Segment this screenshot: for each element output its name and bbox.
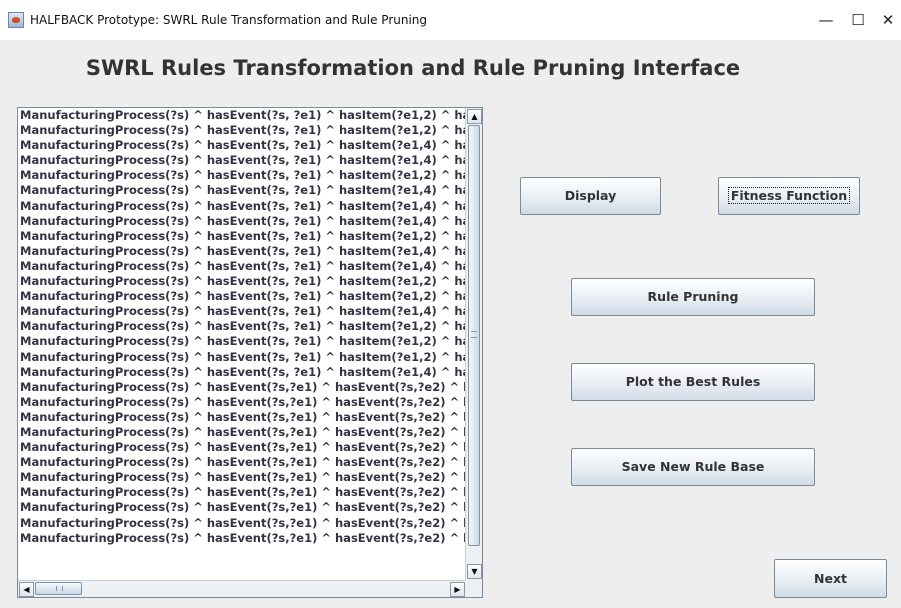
save-rule-base-button[interactable]: Save New Rule Base [571, 448, 815, 486]
scroll-down-icon[interactable]: ▼ [467, 564, 482, 579]
rule-list-item[interactable]: ManufacturingProcess(?s) ^ hasEvent(?s,?… [18, 500, 466, 515]
page-title: SWRL Rules Transformation and Rule Pruni… [85, 56, 741, 80]
rule-list-item[interactable]: ManufacturingProcess(?s) ^ hasEvent(?s,?… [18, 455, 466, 470]
scroll-right-icon[interactable]: ▶ [450, 582, 465, 597]
horizontal-scroll-thumb[interactable] [35, 582, 82, 595]
scroll-up-icon[interactable]: ▲ [467, 109, 482, 124]
window-title: HALFBACK Prototype: SWRL Rule Transforma… [30, 13, 428, 27]
save-rule-base-button-label: Save New Rule Base [621, 459, 765, 474]
fitness-function-button[interactable]: Fitness Function [718, 177, 860, 215]
rule-list-item[interactable]: ManufacturingProcess(?s) ^ hasEvent(?s, … [18, 138, 466, 153]
rule-list-item[interactable]: ManufacturingProcess(?s) ^ hasEvent(?s, … [18, 350, 466, 365]
display-button[interactable]: Display [520, 177, 661, 215]
rule-list-item[interactable]: ManufacturingProcess(?s) ^ hasEvent(?s, … [18, 123, 466, 138]
rule-list-item[interactable]: ManufacturingProcess(?s) ^ hasEvent(?s, … [18, 319, 466, 334]
display-button-label: Display [564, 188, 617, 203]
rule-list-item[interactable]: ManufacturingProcess(?s) ^ hasEvent(?s, … [18, 168, 466, 183]
rule-list-item[interactable]: ManufacturingProcess(?s) ^ hasEvent(?s, … [18, 304, 466, 319]
rule-list-item[interactable]: ManufacturingProcess(?s) ^ hasEvent(?s, … [18, 153, 466, 168]
rule-list-item[interactable]: ManufacturingProcess(?s) ^ hasEvent(?s, … [18, 274, 466, 289]
rule-list-item[interactable]: ManufacturingProcess(?s) ^ hasEvent(?s, … [18, 365, 466, 380]
rule-list-item[interactable]: ManufacturingProcess(?s) ^ hasEvent(?s, … [18, 289, 466, 304]
grip-icon [471, 331, 477, 338]
fitness-function-button-label: Fitness Function [727, 187, 851, 204]
rule-list-item[interactable]: ManufacturingProcess(?s) ^ hasEvent(?s, … [18, 334, 466, 349]
rule-list-item[interactable]: ManufacturingProcess(?s) ^ hasEvent(?s,?… [18, 516, 466, 531]
java-app-icon [8, 12, 24, 28]
scroll-left-icon[interactable]: ◀ [19, 582, 34, 597]
rule-list-item[interactable]: ManufacturingProcess(?s) ^ hasEvent(?s,?… [18, 531, 466, 546]
rule-list-item[interactable]: ManufacturingProcess(?s) ^ hasEvent(?s,?… [18, 425, 466, 440]
vertical-scroll-thumb[interactable] [468, 125, 480, 546]
rule-list-item[interactable]: ManufacturingProcess(?s) ^ hasEvent(?s, … [18, 244, 466, 259]
rule-list-item[interactable]: ManufacturingProcess(?s) ^ hasEvent(?s, … [18, 214, 466, 229]
rule-list-item[interactable]: ManufacturingProcess(?s) ^ hasEvent(?s, … [18, 108, 466, 123]
rule-list-item[interactable]: ManufacturingProcess(?s) ^ hasEvent(?s,?… [18, 380, 466, 395]
rule-pruning-button[interactable]: Rule Pruning [571, 278, 815, 316]
rule-pruning-button-label: Rule Pruning [647, 289, 739, 304]
plot-best-rules-button[interactable]: Plot the Best Rules [571, 363, 815, 401]
rules-list[interactable]: ManufacturingProcess(?s) ^ hasEvent(?s, … [18, 108, 466, 581]
title-bar: HALFBACK Prototype: SWRL Rule Transforma… [0, 0, 901, 40]
rule-list-item[interactable]: ManufacturingProcess(?s) ^ hasEvent(?s, … [18, 183, 466, 198]
scroll-corner [465, 580, 482, 597]
next-button-label: Next [814, 571, 847, 586]
close-button[interactable]: ✕ [866, 0, 901, 40]
rule-list-item[interactable]: ManufacturingProcess(?s) ^ hasEvent(?s, … [18, 199, 466, 214]
rule-list-item[interactable]: ManufacturingProcess(?s) ^ hasEvent(?s,?… [18, 395, 466, 410]
next-button[interactable]: Next [774, 559, 887, 598]
rule-list-item[interactable]: ManufacturingProcess(?s) ^ hasEvent(?s,?… [18, 485, 466, 500]
rule-list-item[interactable]: ManufacturingProcess(?s) ^ hasEvent(?s, … [18, 259, 466, 274]
rule-list-item[interactable]: ManufacturingProcess(?s) ^ hasEvent(?s,?… [18, 440, 466, 455]
rule-list-item[interactable]: ManufacturingProcess(?s) ^ hasEvent(?s,?… [18, 410, 466, 425]
vertical-scrollbar[interactable]: ▲ ▼ [465, 108, 482, 581]
plot-best-rules-button-label: Plot the Best Rules [625, 374, 761, 389]
rule-list-item[interactable]: ManufacturingProcess(?s) ^ hasEvent(?s, … [18, 229, 466, 244]
rules-scroll-pane[interactable]: ManufacturingProcess(?s) ^ hasEvent(?s, … [17, 107, 483, 598]
rule-list-item[interactable]: ManufacturingProcess(?s) ^ hasEvent(?s,?… [18, 470, 466, 485]
horizontal-scrollbar[interactable]: ◀ ▶ [18, 580, 466, 597]
grip-icon [56, 586, 63, 591]
